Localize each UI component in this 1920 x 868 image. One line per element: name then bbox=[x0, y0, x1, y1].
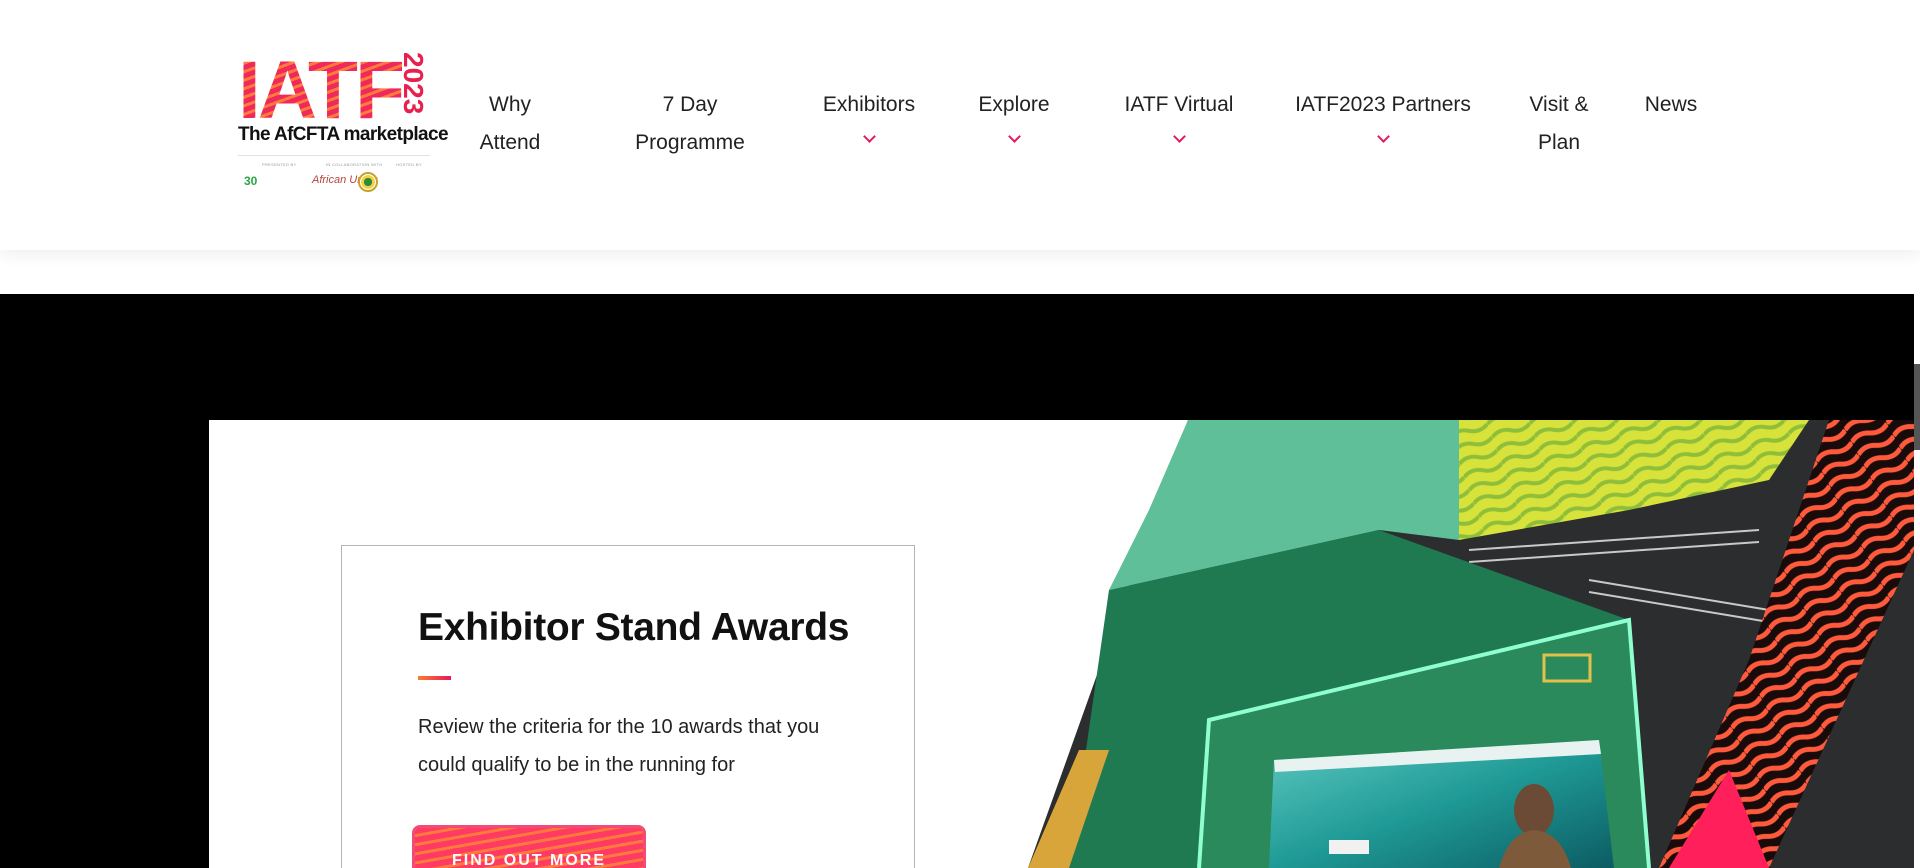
card-title: Exhibitor Stand Awards bbox=[418, 606, 850, 649]
nav-item-news[interactable]: News bbox=[1636, 86, 1706, 124]
logo-mark: IATF bbox=[238, 45, 405, 136]
logo-tagline: The AfCFTA marketplace bbox=[238, 124, 449, 145]
nav-item-label: IATF2023 Partners bbox=[1295, 93, 1471, 116]
chevron-down-icon[interactable] bbox=[1172, 130, 1186, 143]
nav-item-explore[interactable]: Explore bbox=[968, 86, 1060, 143]
nav-item-label: 7 Day Programme bbox=[635, 93, 745, 154]
find-out-more-button[interactable]: FIND OUT MORE bbox=[412, 825, 646, 868]
afreximbank-30-logo: 30 bbox=[244, 174, 258, 188]
find-out-more-label: FIND OUT MORE bbox=[452, 852, 606, 868]
iatf-logo[interactable]: IATF 2023 The AfCFTA marketplace PRESENT… bbox=[238, 45, 449, 200]
nav-item-visit-plan[interactable]: Visit & Plan bbox=[1514, 86, 1604, 162]
partner-caption: HOSTED BY bbox=[396, 162, 422, 167]
chevron-down-icon[interactable] bbox=[862, 130, 876, 143]
nav-item-label: Why Attend bbox=[479, 93, 541, 154]
awards-card: Exhibitor Stand Awards Review the criter… bbox=[341, 545, 915, 868]
nav-item-label: News bbox=[1644, 93, 1698, 116]
title-accent-bar bbox=[418, 676, 451, 680]
logo-divider bbox=[238, 155, 430, 156]
chevron-down-icon[interactable] bbox=[1376, 130, 1390, 143]
nav-item-label: IATF Virtual bbox=[1124, 93, 1234, 116]
logo-partners: PRESENTED BY IN COLLABORATION WITH HOSTE… bbox=[240, 162, 428, 198]
nav-item-label: Visit & Plan bbox=[1529, 93, 1589, 154]
nav-item-why-attend[interactable]: Why Attend bbox=[460, 86, 560, 162]
nav-item-label: Explore bbox=[978, 93, 1050, 116]
chevron-down-icon[interactable] bbox=[1007, 130, 1021, 143]
nav-item-iatf-virtual[interactable]: IATF Virtual bbox=[1106, 86, 1252, 143]
host-country-seal-icon bbox=[358, 172, 378, 192]
nav-item-exhibitors[interactable]: Exhibitors bbox=[802, 86, 936, 143]
nav-item-label: Exhibitors bbox=[822, 93, 916, 116]
nav-item-iatf2023-partners[interactable]: IATF2023 Partners bbox=[1278, 86, 1488, 143]
site-header: IATF 2023 The AfCFTA marketplace PRESENT… bbox=[0, 0, 1920, 250]
partner-caption: PRESENTED BY bbox=[262, 162, 297, 167]
card-description: Review the criteria for the 10 awards th… bbox=[418, 716, 820, 776]
partner-caption: IN COLLABORATION WITH bbox=[326, 162, 383, 167]
nav-item-7-day-programme[interactable]: 7 Day Programme bbox=[620, 86, 760, 162]
page-scrollbar-thumb[interactable] bbox=[1914, 364, 1920, 450]
